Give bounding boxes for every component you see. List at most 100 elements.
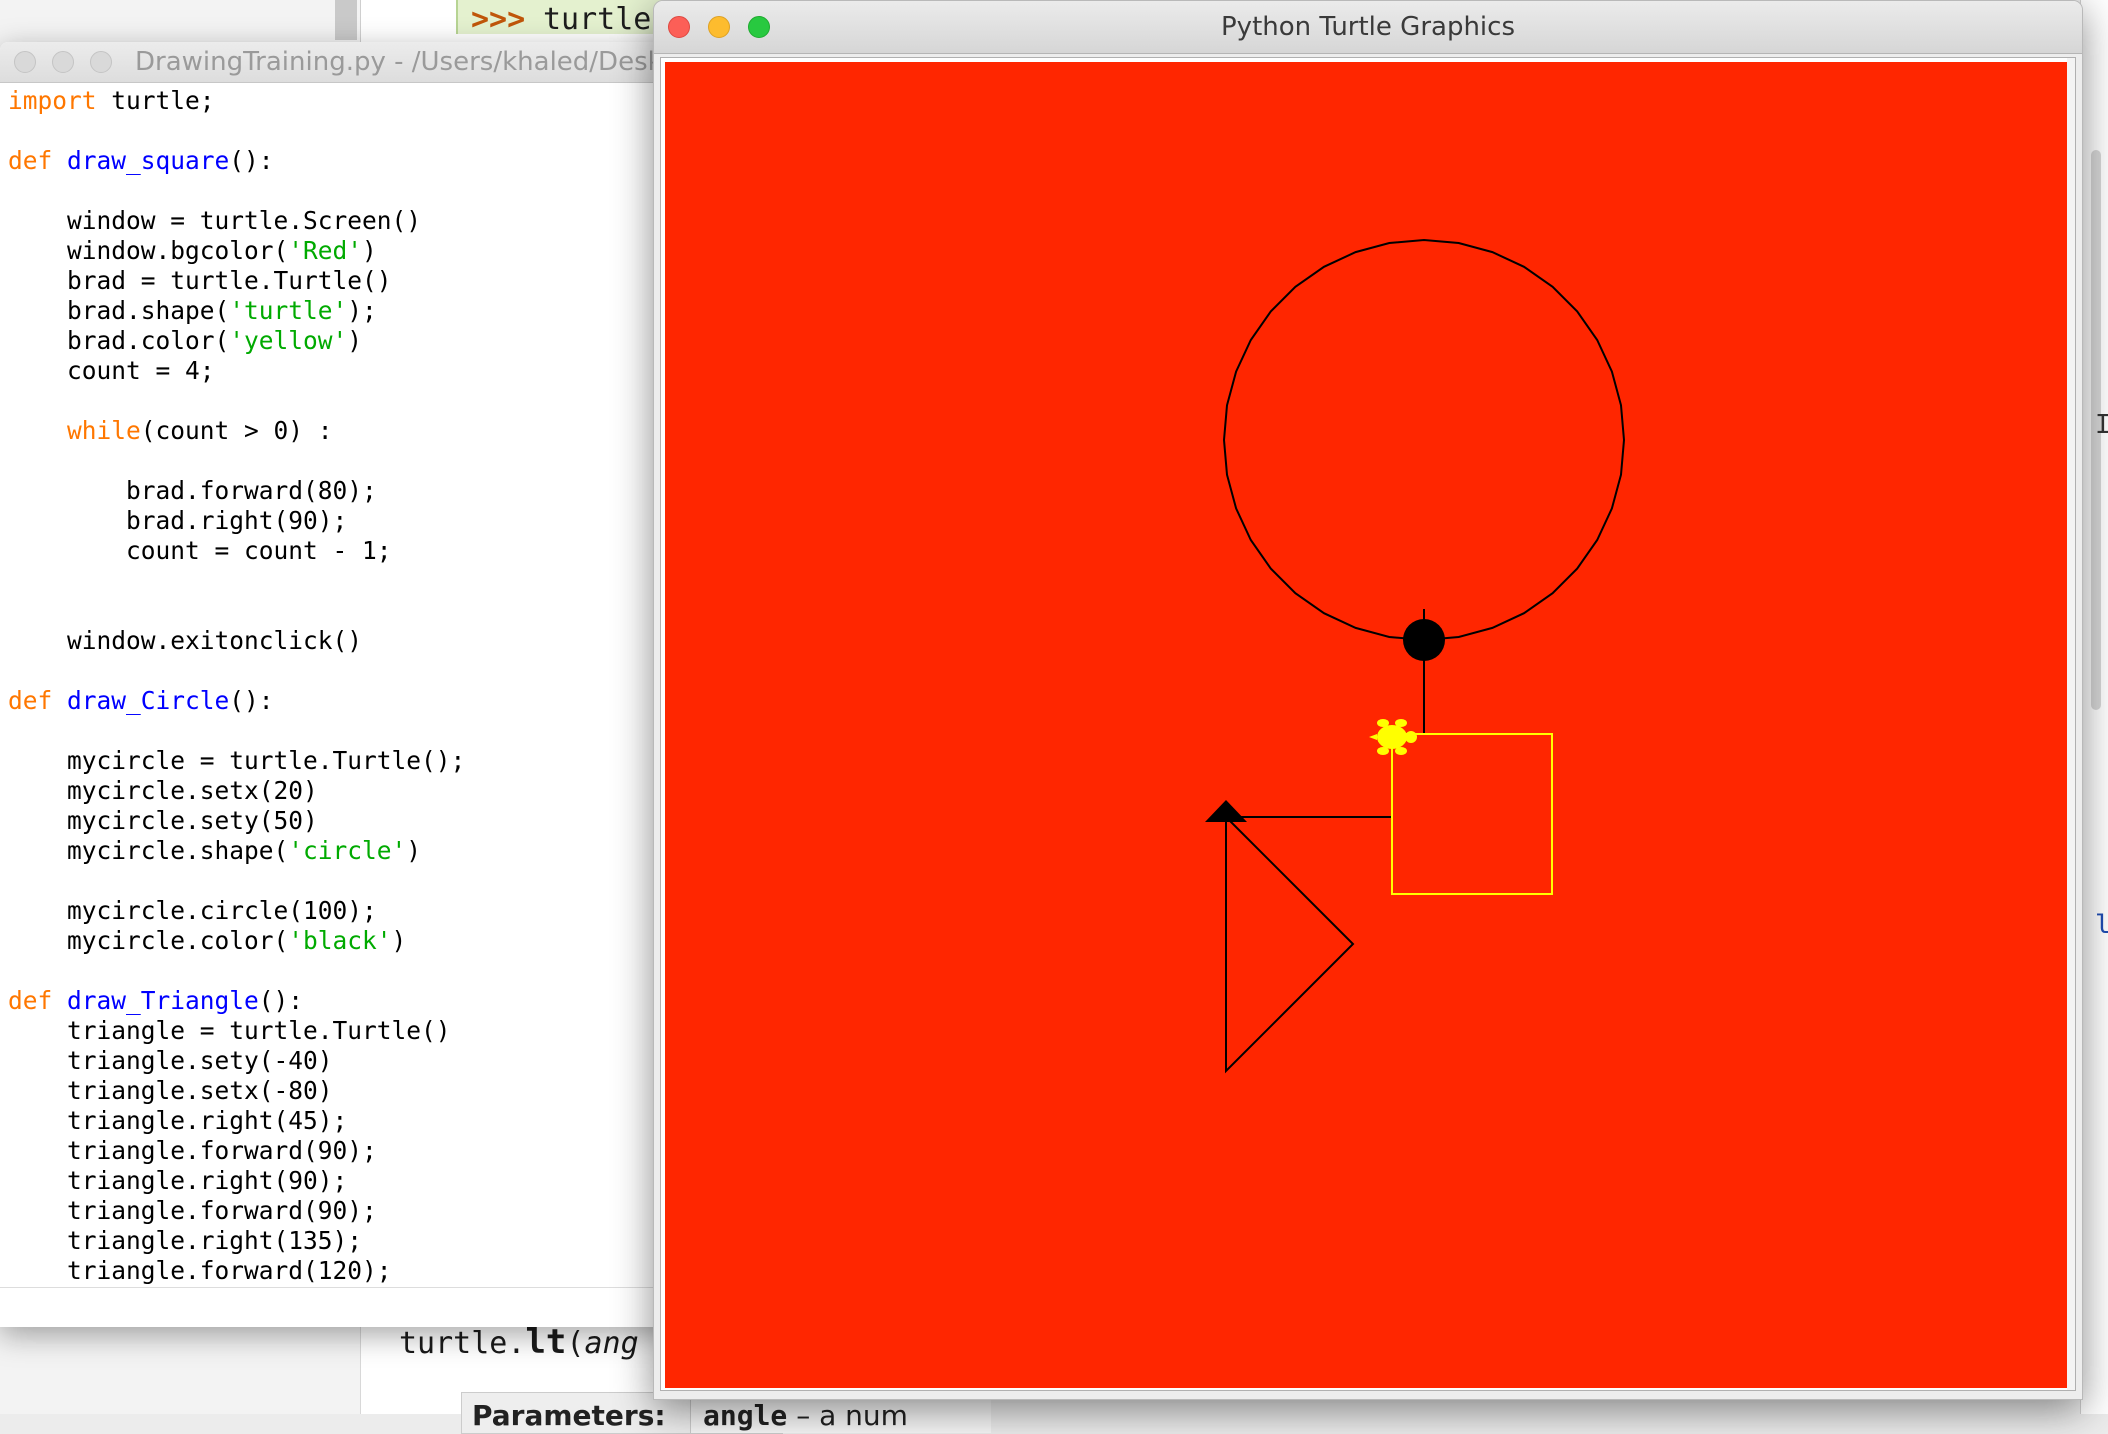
code-token: brad.color(: [8, 326, 230, 355]
code-line: def draw_Circle():: [8, 686, 274, 716]
code-line: brad.shape('turtle');: [8, 296, 377, 326]
docs-parameter-name: angle: [703, 1399, 788, 1432]
code-token: 'Red': [288, 236, 363, 265]
code-line: mycircle.color('black'): [8, 926, 406, 956]
code-token: draw_square: [67, 146, 230, 175]
code-token: triangle.right(135);: [8, 1226, 363, 1255]
docs-parameters-label: Parameters:: [472, 1399, 666, 1432]
editor-minimize-button[interactable]: [52, 51, 74, 73]
code-token: triangle.right(45);: [8, 1106, 348, 1135]
code-token: count = count - 1;: [8, 536, 392, 565]
docs-signature-function: lt: [525, 1322, 567, 1362]
turtle-graphics-window: Python Turtle Graphics: [653, 0, 2083, 1400]
canvas-scrollbar[interactable]: [2067, 58, 2075, 1390]
shell-prompt: >>>: [471, 2, 526, 37]
code-token: 'yellow': [229, 326, 348, 355]
code-token: brad.right(90);: [8, 506, 348, 535]
docs-signature-arg: ang: [584, 1326, 639, 1361]
code-token: 'circle': [288, 836, 407, 865]
code-line: triangle.right(90);: [8, 1166, 347, 1196]
code-token: window.bgcolor(: [8, 236, 289, 265]
code-token: brad.forward(80);: [8, 476, 377, 505]
code-token: ): [362, 236, 377, 265]
code-token: def: [8, 686, 53, 715]
code-line: mycircle.sety(50): [8, 806, 318, 836]
code-token: ): [347, 326, 363, 355]
code-token: brad = turtle.Turtle(): [8, 266, 392, 295]
code-token: );: [347, 296, 377, 325]
code-token: mycircle.circle(100);: [8, 896, 377, 925]
code-line: window.exitonclick(): [8, 626, 362, 656]
code-token: count = 4;: [8, 356, 215, 385]
code-token: triangle.setx(-80): [8, 1076, 333, 1105]
code-token: triangle = turtle.Turtle(): [8, 1016, 451, 1045]
canvas-background: [665, 62, 2069, 1388]
code-token: ): [406, 836, 422, 865]
editor-title: DrawingTraining.py - /Users/khaled/Deskt…: [135, 47, 680, 77]
circle-shaped-turtle: [1403, 619, 1445, 661]
shell-command[interactable]: turtle: [543, 2, 651, 37]
turtle-titlebar[interactable]: Python Turtle Graphics: [654, 1, 2082, 54]
truncated-text: l: [2095, 910, 2108, 940]
docs-signature-prefix: turtle.: [399, 1326, 526, 1361]
code-token: mycircle.shape(: [8, 836, 289, 865]
code-token: triangle.forward(90);: [8, 1136, 377, 1165]
code-token: triangle.forward(120);: [8, 1256, 392, 1285]
code-token: while: [67, 416, 141, 445]
code-line: def draw_Triangle():: [8, 986, 303, 1016]
code-token: 'black': [288, 926, 392, 955]
scrollbar[interactable]: [335, 0, 357, 40]
docs-function-signature: turtle.lt(ang: [399, 1322, 639, 1362]
code-editor[interactable]: import turtle; def draw_square(): window …: [8, 86, 668, 1318]
turtle-canvas[interactable]: [665, 62, 2069, 1388]
code-token: def: [8, 146, 53, 175]
editor-close-button[interactable]: [14, 51, 36, 73]
code-token: triangle.forward(90);: [8, 1196, 377, 1225]
code-token: ():: [229, 686, 274, 715]
code-line: triangle.forward(120);: [8, 1256, 392, 1286]
code-line: triangle.forward(90);: [8, 1196, 377, 1226]
code-line: triangle.right(45);: [8, 1106, 347, 1136]
code-token: window = turtle.Screen(): [8, 206, 422, 235]
code-token: ): [391, 926, 407, 955]
code-line: triangle.right(135);: [8, 1226, 362, 1256]
code-line: brad.color('yellow'): [8, 326, 362, 356]
code-token: brad.shape(: [8, 296, 230, 325]
code-token: turtle;: [96, 86, 215, 115]
code-line: triangle = turtle.Turtle(): [8, 1016, 451, 1046]
code-line: count = 4;: [8, 356, 215, 386]
docs-signature-paren: (: [566, 1326, 585, 1361]
code-token: window.exitonclick(): [8, 626, 363, 655]
code-token: (count > 0) :: [140, 416, 333, 445]
code-line: brad.forward(80);: [8, 476, 377, 506]
code-token: draw_Triangle: [67, 986, 259, 1015]
editor-status-bar: [0, 1287, 680, 1327]
code-token: ():: [258, 986, 304, 1015]
editor-maximize-button[interactable]: [90, 51, 112, 73]
code-token: 'turtle': [229, 296, 348, 325]
code-line: count = count - 1;: [8, 536, 392, 566]
code-token: mycircle.color(: [8, 926, 289, 955]
truncated-text: I: [2095, 410, 2108, 440]
code-line: mycircle.circle(100);: [8, 896, 377, 926]
code-line: while(count > 0) :: [8, 416, 333, 446]
code-line: brad.right(90);: [8, 506, 347, 536]
code-token: mycircle = turtle.Turtle();: [8, 746, 466, 775]
code-line: triangle.setx(-80): [8, 1076, 333, 1106]
turtle-canvas-frame: [660, 57, 2076, 1391]
code-token: ():: [229, 146, 274, 175]
code-token: import: [8, 86, 97, 115]
code-token: mycircle.sety(50): [8, 806, 318, 835]
code-line: mycircle.shape('circle'): [8, 836, 421, 866]
editor-titlebar[interactable]: DrawingTraining.py - /Users/khaled/Deskt…: [0, 42, 680, 83]
code-line: brad = turtle.Turtle(): [8, 266, 392, 296]
code-line: def draw_square():: [8, 146, 274, 176]
code-token: triangle.right(90);: [8, 1166, 348, 1195]
code-line: import turtle;: [8, 86, 215, 116]
window-title: Python Turtle Graphics: [1221, 12, 1515, 42]
code-token: draw_Circle: [67, 686, 230, 715]
code-line: triangle.forward(90);: [8, 1136, 377, 1166]
